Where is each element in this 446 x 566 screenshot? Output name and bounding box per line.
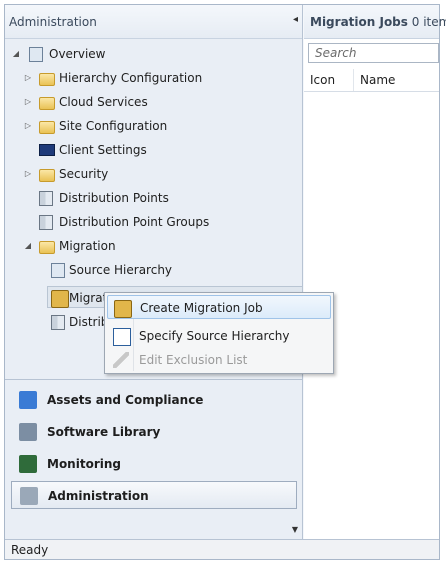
- folder-icon: [39, 241, 55, 254]
- menu-item-specify-source-hierarchy[interactable]: Specify Source Hierarchy: [107, 324, 331, 348]
- tree-item-distribution-points[interactable]: Distribution Points: [21, 187, 299, 209]
- column-headers: Icon Name: [304, 69, 439, 92]
- folder-icon: [39, 97, 55, 110]
- column-header-name[interactable]: Name: [354, 69, 439, 91]
- search-input[interactable]: Search: [308, 43, 439, 63]
- server-group-icon: [39, 215, 53, 230]
- folder-icon: [39, 169, 55, 182]
- details-pane: Migration Jobs 0 items Search Icon Name: [304, 5, 446, 539]
- workspace-label: Administration: [48, 489, 149, 503]
- edit-exclusion-list-icon: [113, 352, 129, 368]
- node-title: Migration Jobs: [310, 15, 408, 29]
- workspace-monitoring[interactable]: Monitoring: [11, 450, 297, 478]
- collapse-arrow-icon[interactable]: ◢: [23, 235, 33, 257]
- tree-item-cloud-services[interactable]: ▷ Cloud Services: [21, 91, 299, 113]
- monitoring-icon: [19, 455, 37, 473]
- navigation-pane: Administration ◂ ◢ Overview ▷ Hierarchy …: [5, 5, 303, 539]
- tree-item-site-configuration[interactable]: ▷ Site Configuration: [21, 115, 299, 137]
- tree-item-label: Site Configuration: [59, 119, 168, 133]
- workspace-label: Monitoring: [47, 457, 121, 471]
- expand-arrow-icon[interactable]: ▷: [23, 91, 33, 113]
- collapse-pane-button[interactable]: ◂: [293, 14, 298, 25]
- workspace-software-library[interactable]: Software Library: [11, 418, 297, 446]
- tree-item-label: Security: [59, 167, 109, 181]
- folder-icon: [39, 121, 55, 134]
- tree-item-label: Source Hierarchy: [69, 263, 173, 277]
- tree-item-label: Distribution Point Groups: [59, 215, 210, 229]
- menu-item-label: Create Migration Job: [140, 301, 263, 315]
- menu-item-create-migration-job[interactable]: Create Migration Job: [107, 295, 331, 319]
- item-count: 0 items: [411, 15, 446, 29]
- details-pane-header: Migration Jobs 0 items: [304, 5, 446, 39]
- column-header-icon[interactable]: Icon: [304, 69, 354, 91]
- tree-item-label: Hierarchy Configuration: [59, 71, 203, 85]
- workspace-label: Assets and Compliance: [47, 393, 204, 407]
- assets-icon: [19, 391, 37, 409]
- server-icon: [39, 191, 53, 206]
- tree-item-hierarchy-configuration[interactable]: ▷ Hierarchy Configuration: [21, 67, 299, 89]
- status-bar: Ready: [5, 539, 439, 559]
- administration-icon: [20, 487, 38, 505]
- tree-item-label: Migration: [59, 239, 116, 253]
- workspace-label: Software Library: [47, 425, 161, 439]
- expand-arrow-icon[interactable]: ▷: [23, 67, 33, 89]
- tree-item-distribution-point-groups[interactable]: Distribution Point Groups: [21, 211, 299, 233]
- tree-item-migration[interactable]: ◢ Migration: [21, 235, 299, 257]
- tree-item-client-settings[interactable]: Client Settings: [21, 139, 299, 161]
- navigation-pane-header: Administration ◂: [5, 5, 302, 39]
- menu-item-label: Edit Exclusion List: [139, 353, 248, 367]
- tree-item-label: Distribution Points: [59, 191, 169, 205]
- tree-item-source-hierarchy[interactable]: Source Hierarchy: [33, 259, 299, 281]
- folder-icon: [39, 73, 55, 86]
- workspace-assets-and-compliance[interactable]: Assets and Compliance: [11, 386, 297, 414]
- context-menu: Create Migration Job Specify Source Hier…: [104, 292, 334, 374]
- create-migration-job-icon: [114, 300, 132, 318]
- menu-item-edit-exclusion-list: Edit Exclusion List: [107, 348, 331, 372]
- server-icon: [51, 315, 65, 330]
- overview-icon: [29, 47, 43, 62]
- source-hierarchy-icon: [51, 263, 65, 278]
- collapse-arrow-icon[interactable]: ◢: [11, 43, 21, 65]
- tree-item-security[interactable]: ▷ Security: [21, 163, 299, 185]
- navigation-pane-title: Administration: [9, 15, 97, 29]
- expand-arrow-icon[interactable]: ▷: [23, 115, 33, 137]
- client-settings-icon: [39, 144, 55, 156]
- tree-item-label: Overview: [49, 47, 106, 61]
- workspace-administration[interactable]: Administration: [11, 481, 297, 509]
- software-library-icon: [19, 423, 37, 441]
- expand-arrow-icon[interactable]: ▷: [23, 163, 33, 185]
- details-pane-title: Migration Jobs 0 items: [310, 15, 446, 29]
- tree-item-overview[interactable]: ◢ Overview: [9, 43, 299, 65]
- migration-jobs-icon: [51, 290, 69, 308]
- console-window: Administration ◂ ◢ Overview ▷ Hierarchy …: [4, 4, 446, 560]
- workspace-switcher: Assets and Compliance Software Library M…: [5, 379, 302, 540]
- tree-item-label: Cloud Services: [59, 95, 148, 109]
- scroll-down-arrow-icon[interactable]: ▼: [292, 525, 298, 534]
- menu-item-label: Specify Source Hierarchy: [139, 329, 290, 343]
- tree-item-label: Client Settings: [59, 143, 147, 157]
- specify-source-hierarchy-icon: [113, 328, 131, 346]
